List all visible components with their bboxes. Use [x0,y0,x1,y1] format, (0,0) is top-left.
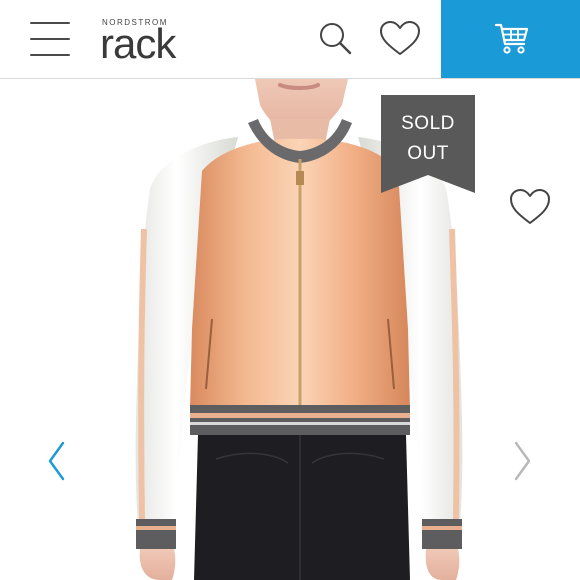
heart-icon[interactable] [508,187,552,227]
sold-out-line2: OUT [407,143,449,164]
product-image-area: SOLD OUT [0,79,580,580]
heart-icon[interactable] [378,20,422,58]
logo[interactable]: NORDSTROM rack [100,18,192,67]
cart-icon [494,23,529,54]
sold-out-badge: SOLD OUT [381,95,475,193]
sold-out-line1: SOLD [401,113,455,134]
chevron-right-icon[interactable] [510,439,534,483]
cart-button[interactable] [441,0,580,78]
chevron-left-icon[interactable] [45,439,69,483]
header-bar: NORDSTROM rack [0,0,580,79]
sold-out-text: SOLD OUT [381,109,475,169]
logo-rack-text: rack [100,20,176,67]
search-icon[interactable] [316,20,354,58]
menu-icon[interactable] [30,22,70,56]
